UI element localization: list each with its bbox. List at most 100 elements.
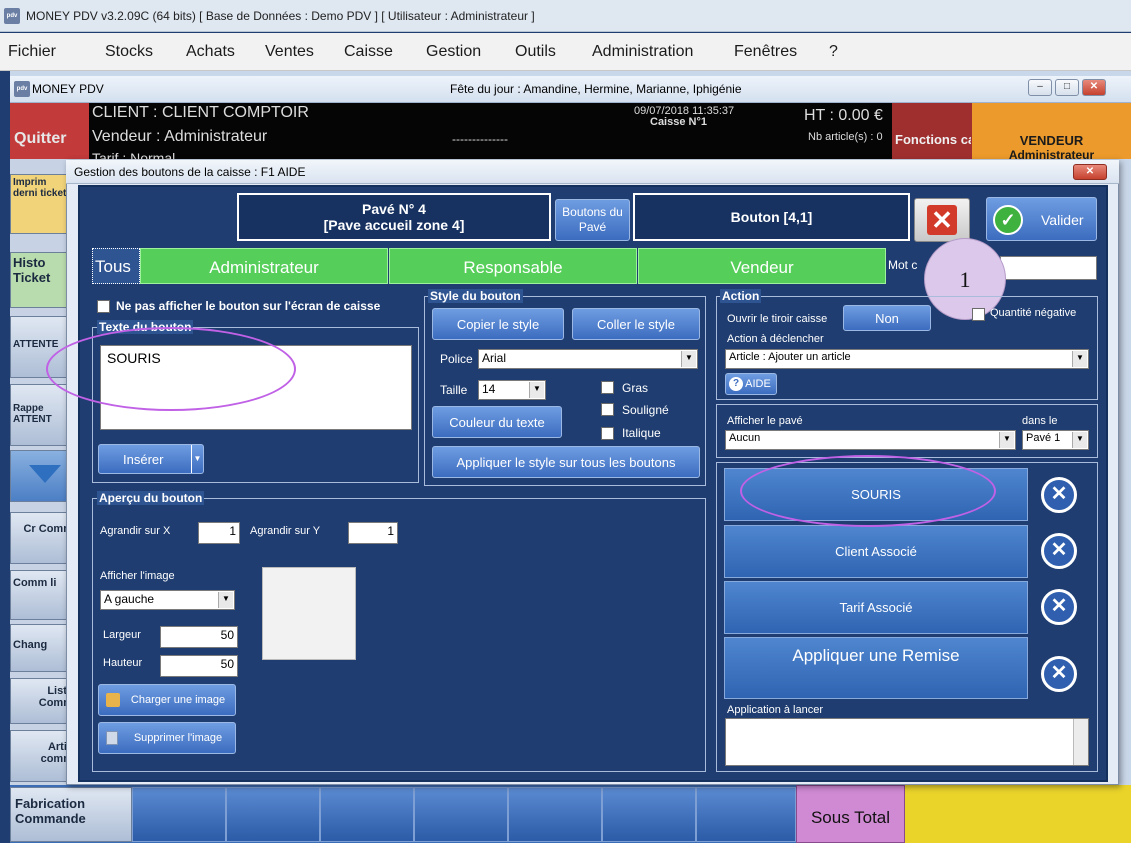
bottom-tile-5[interactable] xyxy=(508,787,602,842)
mot-cle-input[interactable] xyxy=(1000,256,1097,280)
texte-bouton-field[interactable]: SOURIS xyxy=(100,345,412,430)
minimize-icon[interactable]: – xyxy=(1028,79,1052,96)
gras-checkbox[interactable] xyxy=(601,381,614,394)
application-input[interactable] xyxy=(725,718,1089,766)
quantite-negative-checkbox[interactable] xyxy=(972,308,985,321)
ne-pas-afficher-checkbox[interactable] xyxy=(97,300,110,313)
client-label: CLIENT : CLIENT COMPTOIR xyxy=(92,104,309,121)
client-associe-button[interactable]: Client Associé xyxy=(724,525,1028,578)
application-scrollbar[interactable] xyxy=(1073,719,1088,765)
tab-tous[interactable]: Tous xyxy=(92,248,140,284)
souris-button[interactable]: SOURIS xyxy=(724,468,1028,521)
tab-vendeur[interactable]: Vendeur xyxy=(638,248,886,284)
bottom-tile-6[interactable] xyxy=(602,787,696,842)
charger-image-label: Charger une image xyxy=(130,694,226,706)
folder-icon xyxy=(106,693,120,707)
help-icon: ? xyxy=(729,377,743,391)
hauteur-label: Hauteur xyxy=(103,657,143,669)
menu-ventes[interactable]: Ventes xyxy=(265,43,314,61)
souligne-checkbox[interactable] xyxy=(601,403,614,416)
bottom-tile-3[interactable] xyxy=(320,787,414,842)
bottom-tile-7[interactable] xyxy=(696,787,796,842)
close-icon[interactable]: ✕ xyxy=(1082,79,1106,96)
chevron-down-icon: ▼ xyxy=(681,351,696,367)
bottom-tile-4[interactable] xyxy=(414,787,508,842)
image-preview xyxy=(262,567,356,660)
remove-client-icon[interactable]: ✕ xyxy=(1041,533,1077,569)
charger-image-button[interactable]: Charger une image xyxy=(98,684,236,716)
menu-gestion[interactable]: Gestion xyxy=(426,43,481,61)
texte-bouton-label: Texte du bouton xyxy=(97,320,194,334)
taille-value: 14 xyxy=(482,382,496,396)
delete-icon: ✕ xyxy=(927,205,957,235)
ne-pas-afficher-label: Ne pas afficher le bouton sur l'écran de… xyxy=(116,299,381,313)
menu-help[interactable]: ? xyxy=(829,43,838,61)
chevron-down-icon: ▼ xyxy=(218,592,233,608)
boutons-pave-button[interactable]: Boutons du Pavé xyxy=(555,199,630,241)
remove-souris-icon[interactable]: ✕ xyxy=(1041,477,1077,513)
menu-fenetres[interactable]: Fenêtres xyxy=(734,43,797,61)
remove-remise-icon[interactable]: ✕ xyxy=(1041,656,1077,692)
tiroir-toggle[interactable]: Non xyxy=(843,305,931,331)
fete-du-jour: Fête du jour : Amandine, Hermine, Marian… xyxy=(450,82,742,96)
tarif-associe-button[interactable]: Tarif Associé xyxy=(724,581,1028,634)
dialog-close-icon[interactable]: ✕ xyxy=(1073,164,1107,180)
mot-cle-label: Mot c xyxy=(888,258,918,272)
sous-total-button[interactable]: Sous Total xyxy=(796,785,905,843)
chevron-down-icon: ▼ xyxy=(1072,432,1087,448)
valider-button[interactable]: ✓ Valider xyxy=(986,197,1097,241)
action-declencher-label: Action à déclencher xyxy=(727,333,824,345)
coller-style-button[interactable]: Coller le style xyxy=(572,308,700,340)
agrandir-y-input[interactable]: 1 xyxy=(348,522,398,544)
delete-button[interactable]: ✕ xyxy=(914,198,970,242)
appliquer-style-button[interactable]: Appliquer le style sur tous les boutons xyxy=(432,446,700,478)
aide-button[interactable]: ? AIDE xyxy=(725,373,777,395)
nb-articles: Nb article(s) : 0 xyxy=(808,131,883,143)
afficher-pave-select[interactable]: Aucun ▼ xyxy=(725,430,1016,450)
menu-caisse[interactable]: Caisse xyxy=(344,43,393,61)
menu-achats[interactable]: Achats xyxy=(186,43,235,61)
italique-checkbox[interactable] xyxy=(601,427,614,440)
police-select[interactable]: Arial ▼ xyxy=(478,349,698,369)
supprimer-image-button[interactable]: Supprimer l'image xyxy=(98,722,236,754)
couleur-texte-button[interactable]: Couleur du texte xyxy=(432,406,562,438)
copier-style-button[interactable]: Copier le style xyxy=(432,308,564,340)
menu-administration[interactable]: Administration xyxy=(592,43,693,61)
menu-stocks[interactable]: Stocks xyxy=(105,43,153,61)
remove-tarif-icon[interactable]: ✕ xyxy=(1041,589,1077,625)
dialog-title-bar: Gestion des boutons de la caisse : F1 AI… xyxy=(66,160,1119,184)
agrandir-x-input[interactable]: 1 xyxy=(198,522,240,544)
menu-outils[interactable]: Outils xyxy=(515,43,556,61)
caisse-number: Caisse N°1 xyxy=(650,116,707,128)
agrandir-x-label: Agrandir sur X xyxy=(100,525,171,537)
mdi-title: MONEY PDV xyxy=(32,82,104,96)
bouton-info: Bouton [4,1] xyxy=(633,193,910,241)
tab-responsable[interactable]: Responsable xyxy=(389,248,637,284)
inserer-dropdown-icon[interactable]: ▼ xyxy=(191,445,203,473)
vendeur-box[interactable]: VENDEUR Administrateur xyxy=(972,103,1131,159)
maximize-icon[interactable]: □ xyxy=(1055,79,1079,96)
bottom-tile-2[interactable] xyxy=(226,787,320,842)
fonctions-caisse-button[interactable]: Fonctions caisse xyxy=(892,103,972,159)
application-label: Application à lancer xyxy=(727,704,824,716)
action-select[interactable]: Article : Ajouter un article ▼ xyxy=(725,349,1089,369)
afficher-pave-value: Aucun xyxy=(729,432,761,444)
fabrication-commande-button[interactable]: Fabrication Commande xyxy=(10,787,132,842)
hauteur-input[interactable]: 50 xyxy=(160,655,238,677)
vendeur-label: Vendeur : Administrateur xyxy=(92,128,268,145)
taille-select[interactable]: 14 ▼ xyxy=(478,380,546,400)
bottom-tile-1[interactable] xyxy=(132,787,226,842)
largeur-input[interactable]: 50 xyxy=(160,626,238,648)
app-title-bar: pdv MONEY PDV v3.2.09C (64 bits) [ Base … xyxy=(0,0,1131,32)
inserer-button[interactable]: Insérer ▼ xyxy=(98,444,204,474)
appliquer-remise-button[interactable]: Appliquer une Remise xyxy=(724,637,1028,699)
quit-button[interactable]: Quitter xyxy=(10,103,89,159)
menu-fichier[interactable]: Fichier xyxy=(8,43,56,61)
image-position-select[interactable]: A gauche ▼ xyxy=(100,590,235,610)
tab-administrateur[interactable]: Administrateur xyxy=(140,248,388,284)
police-label: Police xyxy=(440,352,473,366)
pave-num-select[interactable]: Pavé 1 ▼ xyxy=(1022,430,1089,450)
menu-bar: Fichier Stocks Achats Ventes Caisse Gest… xyxy=(0,33,1131,71)
app-logo-icon: pdv xyxy=(4,8,20,24)
chevron-down-icon: ▼ xyxy=(999,432,1014,448)
